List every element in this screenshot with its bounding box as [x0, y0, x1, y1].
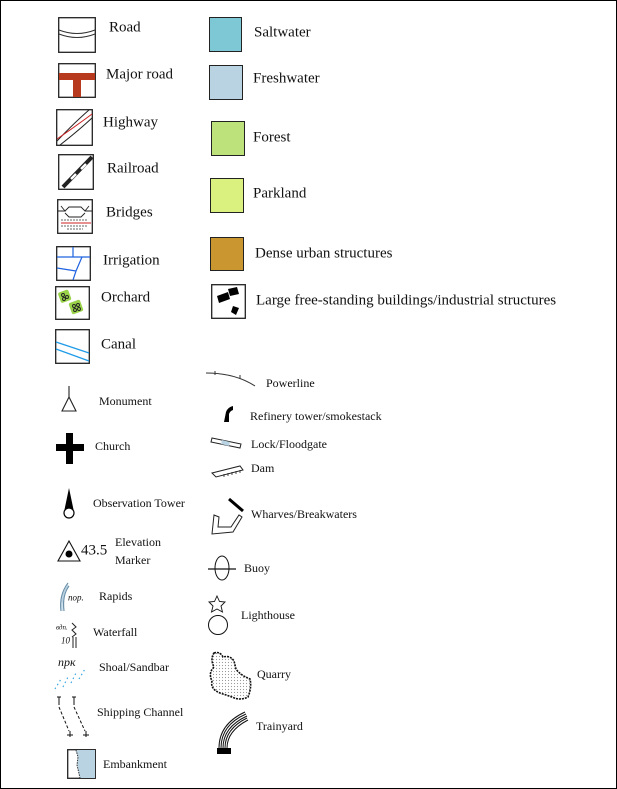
legend-label-powerline: Powerline — [266, 376, 315, 390]
powerline-icon — [205, 371, 256, 387]
legend-label-wharves: Wharves/Breakwaters — [251, 507, 357, 521]
legend-label-elevation: Elevation — [115, 535, 161, 549]
legend-label-observation-tower: Observation Tower — [93, 496, 185, 510]
legend-label-buoy: Buoy — [244, 561, 271, 575]
legend-label-freshwater: Freshwater — [253, 70, 320, 87]
lighthouse-icon — [208, 595, 228, 635]
forest-swatch — [211, 121, 245, 156]
legend-label-saltwater: Saltwater — [254, 24, 311, 41]
legend-label-waterfall: Waterfall — [93, 625, 138, 639]
map-legend: Road Major road Highway Railroad Bridges… — [0, 0, 617, 789]
legend-label-dense-urban: Dense urban structures — [255, 245, 393, 262]
bridges-icon — [57, 199, 93, 234]
legend-label-parkland: Parkland — [253, 185, 307, 202]
legend-label-shoal-sandbar: Shoal/Sandbar — [99, 660, 169, 674]
observation-tower-icon — [63, 488, 75, 519]
wharf-icon — [211, 497, 244, 535]
lock-icon — [210, 437, 242, 449]
monument-icon — [61, 386, 77, 412]
canal-icon — [55, 329, 90, 364]
major-road-icon — [58, 63, 96, 98]
legend-label-shipping-channel: Shipping Channel — [97, 705, 184, 719]
shoal-icon — [54, 668, 86, 690]
highway-icon — [56, 109, 93, 146]
legend-label-canal: Canal — [101, 336, 136, 353]
legend-label-railroad: Railroad — [107, 160, 159, 177]
smokestack-icon — [224, 406, 233, 422]
legend-label-church: Church — [95, 439, 131, 453]
legend-label-smokestack: Refinery tower/smokestack — [250, 409, 382, 423]
buildings-icon — [211, 284, 246, 319]
quarry-icon — [209, 651, 252, 700]
legend-label-dam: Dam — [251, 461, 275, 475]
saltwater-swatch — [209, 17, 242, 52]
waterfall-icon-text: вдп. — [56, 623, 68, 632]
legend-label-trainyard: Trainyard — [256, 719, 303, 733]
legend-label-quarry: Quarry — [257, 667, 291, 681]
church-icon — [56, 433, 84, 464]
legend-label-large-buildings: Large free-standing buildings/industrial… — [256, 292, 557, 309]
legend-label-irrigation: Irrigation — [103, 252, 160, 269]
orchard-icon — [55, 286, 90, 320]
trainyard-icon — [217, 711, 249, 754]
road-icon — [58, 17, 96, 53]
elevation-value: 43.5 — [81, 542, 108, 559]
legend-label-highway: Highway — [103, 114, 158, 131]
freshwater-swatch — [209, 65, 243, 100]
dam-icon — [211, 465, 244, 478]
waterfall-icon — [71, 622, 77, 648]
legend-label-monument: Monument — [99, 394, 152, 408]
legend-label-orchard: Orchard — [101, 289, 151, 306]
legend-label-road: Road — [109, 19, 141, 36]
irrigation-icon — [56, 246, 91, 281]
legend-label-lighthouse: Lighthouse — [241, 608, 295, 622]
legend-label-major-road: Major road — [106, 66, 174, 83]
embankment-icon — [67, 749, 96, 779]
legend-label-forest: Forest — [253, 129, 291, 146]
shipping-channel-icon — [57, 696, 89, 737]
rapids-icon-text: пор. — [68, 592, 84, 603]
legend-label-embankment: Embankment — [103, 757, 167, 771]
elevation-marker-icon — [57, 539, 81, 562]
railroad-icon — [58, 154, 94, 190]
legend-label-lock-floodgate: Lock/Floodgate — [251, 437, 327, 451]
dense-urban-swatch — [210, 237, 244, 271]
buoy-icon — [208, 555, 236, 581]
parkland-swatch — [210, 178, 244, 213]
legend-label-rapids: Rapids — [99, 589, 133, 603]
legend-label-marker: Marker — [115, 553, 151, 567]
legend-label-bridges: Bridges — [106, 204, 153, 221]
